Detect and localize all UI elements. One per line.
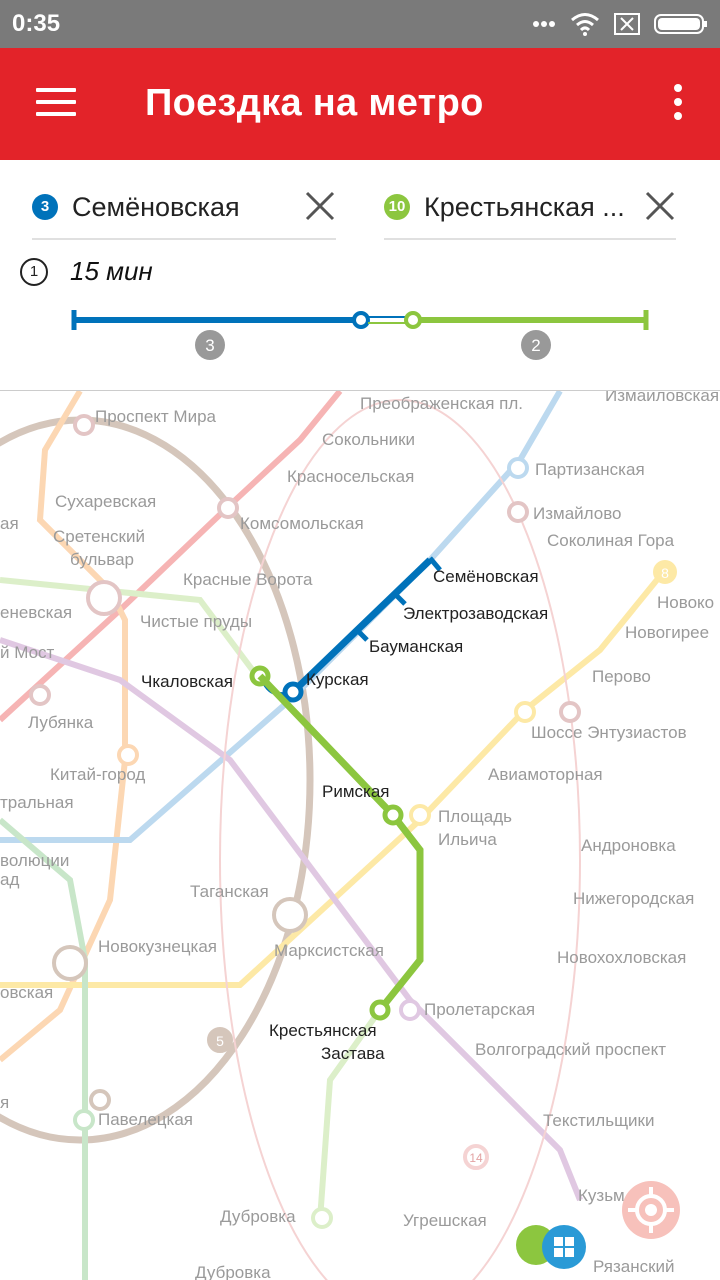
station-label[interactable]: Комсомольская bbox=[240, 514, 364, 534]
app-title: Поездка на метро bbox=[145, 82, 484, 124]
station-label[interactable]: Андроновка bbox=[581, 836, 676, 856]
clear-to-close-icon[interactable] bbox=[644, 190, 676, 222]
station-label[interactable]: Таганская bbox=[190, 882, 269, 902]
station-label[interactable]: Дубровка bbox=[220, 1207, 296, 1227]
station-label[interactable]: Кузьм bbox=[578, 1186, 625, 1206]
from-station-field[interactable]: 3 Семёновская bbox=[32, 182, 336, 240]
status-icons bbox=[532, 10, 708, 38]
station-label[interactable]: Сухаревская bbox=[55, 492, 156, 512]
route-panel: 3 Семёновская 10 Крестьянская ... 1 15 м… bbox=[0, 160, 720, 391]
segment-2-stops: 2 bbox=[531, 336, 540, 355]
metro-map[interactable]: 8 5 14 Проспект Мира Преображенская пл. … bbox=[0, 391, 720, 1280]
clear-from-close-icon[interactable] bbox=[304, 190, 336, 222]
station-label-route[interactable]: Застава bbox=[321, 1044, 385, 1064]
station-label[interactable]: Партизанская bbox=[535, 460, 645, 480]
station-label[interactable]: еневская bbox=[0, 603, 72, 623]
station-label[interactable]: я bbox=[0, 1093, 9, 1113]
station-label[interactable]: ая bbox=[0, 514, 19, 534]
station-label[interactable]: Измайлово bbox=[533, 504, 622, 524]
line-10-badge: 10 bbox=[384, 194, 410, 220]
more-vert-icon[interactable] bbox=[672, 84, 684, 124]
line-3-badge: 3 bbox=[32, 194, 58, 220]
station-label[interactable]: Новокузнецкая bbox=[98, 937, 217, 957]
station-label[interactable]: Ильича bbox=[438, 830, 497, 850]
station-label[interactable]: Сретенский bbox=[53, 527, 145, 547]
station-label[interactable]: Преображенская пл. bbox=[360, 394, 523, 414]
station-label[interactable]: Новохохловская bbox=[557, 948, 686, 968]
from-station-name[interactable]: Семёновская bbox=[72, 192, 292, 223]
to-station-field[interactable]: 10 Крестьянская ... bbox=[384, 182, 676, 240]
station-label-route[interactable]: Электрозаводская bbox=[403, 604, 548, 624]
station-label[interactable]: Лубянка bbox=[28, 713, 93, 733]
station-label-route[interactable]: Бауманская bbox=[369, 637, 463, 657]
station-label[interactable]: Шоссе Энтузиастов bbox=[531, 723, 687, 743]
wifi-icon bbox=[571, 13, 599, 36]
station-label[interactable]: Рязанский bbox=[593, 1257, 675, 1277]
svg-text:14: 14 bbox=[469, 1151, 483, 1165]
sim-icon bbox=[614, 13, 640, 35]
station-label-route[interactable]: Семёновская bbox=[433, 567, 539, 587]
status-time: 0:35 bbox=[12, 10, 61, 37]
station-label[interactable]: Китай-город bbox=[50, 765, 145, 785]
station-label-route[interactable]: Римская bbox=[322, 782, 390, 802]
route-option-icon[interactable]: 1 bbox=[20, 258, 48, 286]
status-bar: 0:35 bbox=[0, 0, 720, 48]
station-label-route[interactable]: Курская bbox=[306, 670, 369, 690]
route-duration: 15 мин bbox=[70, 256, 153, 286]
station-label[interactable]: овская bbox=[0, 983, 53, 1003]
app-bar: Поездка на метро bbox=[0, 48, 720, 160]
station-label[interactable]: Марксистская bbox=[274, 941, 384, 961]
station-label[interactable]: Павелецкая bbox=[98, 1110, 193, 1130]
station-label[interactable]: Соколиная Гора bbox=[547, 531, 674, 551]
locate-icon[interactable] bbox=[622, 1181, 680, 1239]
windows-icon[interactable] bbox=[542, 1225, 586, 1269]
menu-icon[interactable] bbox=[36, 88, 76, 118]
station-label[interactable]: Красносельская bbox=[287, 467, 414, 487]
station-label-route[interactable]: Крестьянская bbox=[269, 1021, 377, 1041]
svg-text:5: 5 bbox=[216, 1033, 224, 1049]
station-label[interactable]: Новоко bbox=[657, 593, 714, 613]
station-label-route[interactable]: Чкаловская bbox=[141, 672, 233, 692]
to-station-name[interactable]: Крестьянская ... bbox=[424, 192, 636, 223]
station-label[interactable]: Дубровка bbox=[195, 1263, 271, 1280]
station-label[interactable]: Волгоградский проспект bbox=[475, 1040, 666, 1060]
station-label[interactable]: Измайловская bbox=[605, 391, 719, 406]
station-label[interactable]: Проспект Мира bbox=[95, 407, 216, 427]
transfer-node-10 bbox=[404, 311, 422, 329]
segment-1-stops: 3 bbox=[205, 336, 214, 355]
route-bar: 3 2 bbox=[71, 310, 649, 360]
station-label[interactable]: Угрешская bbox=[403, 1211, 487, 1231]
station-label[interactable]: тральная bbox=[0, 793, 74, 813]
battery-icon bbox=[654, 14, 707, 34]
svg-text:8: 8 bbox=[661, 565, 669, 581]
station-label[interactable]: Новогирее bbox=[625, 623, 709, 643]
station-label[interactable]: Перово bbox=[592, 667, 651, 687]
station-label[interactable]: Текстильщики bbox=[543, 1111, 655, 1131]
station-label[interactable]: Сокольники bbox=[322, 430, 415, 450]
station-label[interactable]: Нижегородская bbox=[573, 889, 694, 909]
station-label[interactable]: Красные Ворота bbox=[183, 570, 312, 590]
station-label[interactable]: й Мост bbox=[0, 643, 54, 663]
station-label[interactable]: Чистые пруды bbox=[140, 612, 252, 632]
dots-icon bbox=[533, 21, 555, 27]
station-label[interactable]: Пролетарская bbox=[424, 1000, 535, 1020]
station-label[interactable]: ад bbox=[0, 870, 19, 890]
station-label[interactable]: волюции bbox=[0, 851, 69, 871]
station-label[interactable]: Авиамоторная bbox=[488, 765, 603, 785]
station-label[interactable]: Площадь bbox=[438, 807, 512, 827]
transfer-node-3 bbox=[352, 311, 370, 329]
station-label[interactable]: бульвар bbox=[70, 550, 134, 570]
